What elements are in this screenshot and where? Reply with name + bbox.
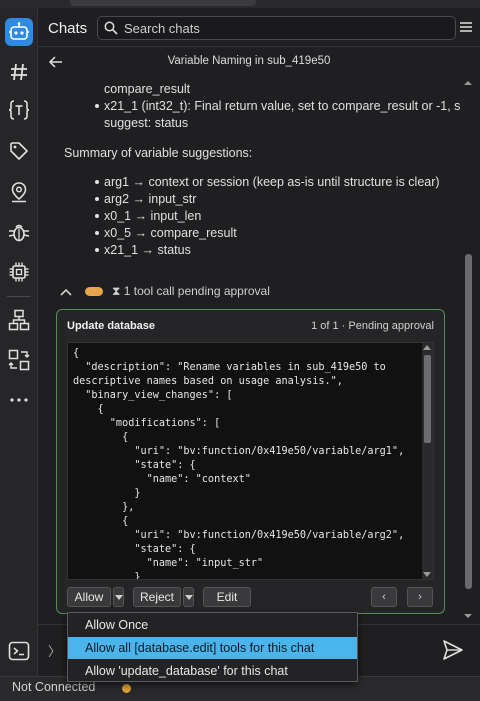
code-text: { "description": "Rename variables in su… [73, 348, 405, 580]
swap-icon [8, 349, 30, 371]
locations-button[interactable] [5, 178, 33, 206]
suggestion-item: arg2 → input_str [95, 192, 196, 206]
type-braces-icon [8, 100, 30, 120]
connection-status[interactable]: Not Connected [12, 680, 95, 694]
message-line: compare_result [104, 82, 191, 96]
next-call-button[interactable]: › [407, 587, 433, 607]
more-icon [10, 398, 28, 402]
menu-icon[interactable] [458, 19, 474, 35]
top-tab[interactable] [70, 0, 256, 6]
symbols-button[interactable] [5, 58, 33, 86]
search-box[interactable] [97, 16, 456, 40]
connection-status-dot [122, 684, 131, 693]
hierarchy-icon [8, 309, 30, 331]
summary-heading: Summary of variable suggestions: [64, 146, 253, 160]
edit-button[interactable]: Edit [203, 587, 251, 607]
pending-status-pill [85, 287, 103, 296]
previous-call-button[interactable]: ‹ [371, 587, 397, 607]
debugger-button[interactable] [5, 218, 33, 246]
sidebar-divider [7, 296, 31, 297]
suggestion-item: x21_1 → status [95, 243, 191, 257]
suggestion-item: arg1 → context or session (keep as-is un… [95, 175, 440, 189]
scroll-up-arrow-icon[interactable] [423, 345, 431, 350]
scroll-down-arrow-icon[interactable] [462, 612, 474, 620]
sidebar [0, 8, 38, 701]
bug-icon [8, 224, 30, 242]
code-scroll-thumb[interactable] [424, 355, 431, 443]
tool-call-title: Update database [67, 320, 156, 332]
conversation-title: Variable Naming in sub_419e50 [167, 55, 331, 67]
tags-button[interactable] [5, 137, 33, 165]
terminal-button[interactable] [8, 641, 30, 661]
terminal-icon [8, 641, 30, 661]
suggestion-item: x0_5 → compare_result [95, 226, 237, 240]
message-line: x21_1 (int32_t): Final return value, set… [95, 99, 460, 113]
more-button[interactable] [5, 386, 33, 414]
swap-button[interactable] [5, 346, 33, 374]
expand-input-button[interactable]: 〉 [48, 641, 61, 660]
window-top-strip [0, 0, 480, 8]
menu-item-allow-all-database-edit[interactable]: Allow all [database.edit] tools for this… [68, 637, 357, 659]
hierarchy-button[interactable] [5, 306, 33, 334]
code-scrollbar[interactable] [422, 343, 433, 579]
search-icon [104, 21, 118, 35]
allow-options-dropdown[interactable] [113, 587, 124, 607]
send-icon[interactable] [442, 639, 464, 661]
conversation-bar: Variable Naming in sub_419e50 [38, 46, 480, 76]
tool-arguments-code[interactable]: { "description": "Rename variables in su… [67, 342, 434, 580]
allow-options-menu: Allow Once Allow all [database.edit] too… [67, 612, 358, 682]
panel-title: Chats [48, 20, 88, 37]
scroll-down-arrow-icon[interactable] [423, 572, 431, 577]
menu-item-allow-update-database[interactable]: Allow 'update_database' for this chat [68, 660, 357, 682]
hash-icon [11, 63, 27, 81]
chat-robot-button[interactable] [5, 18, 33, 46]
menu-item-allow-once[interactable]: Allow Once [68, 614, 357, 636]
pending-approval-text: ⧗ 1 tool call pending approval [112, 284, 270, 298]
suggestion-item: x0_1 → input_len [95, 209, 201, 223]
chat-transcript: compare_result x21_1 (int32_t): Final re… [38, 76, 460, 624]
chats-header: Chats [38, 8, 480, 46]
chip-icon [9, 262, 29, 282]
allow-button[interactable]: Allow [67, 587, 111, 607]
transcript-scroll-thumb[interactable] [465, 254, 472, 589]
scroll-up-arrow-icon[interactable] [462, 79, 474, 87]
search-input[interactable] [124, 19, 444, 37]
chevron-up-icon [60, 288, 72, 296]
reject-button[interactable]: Reject [133, 587, 181, 607]
hardware-button[interactable] [5, 258, 33, 286]
message-line: suggest: status [104, 116, 189, 130]
types-button[interactable] [5, 96, 33, 124]
location-pin-icon [11, 182, 27, 203]
tag-icon [10, 142, 28, 160]
transcript-scrollbar[interactable] [462, 76, 474, 624]
tool-call-card: Update database 1 of 1 · Pending approva… [56, 309, 445, 614]
tool-call-status: 1 of 1 · Pending approval [311, 320, 434, 332]
reject-options-dropdown[interactable] [183, 587, 194, 607]
robot-icon [9, 22, 29, 40]
